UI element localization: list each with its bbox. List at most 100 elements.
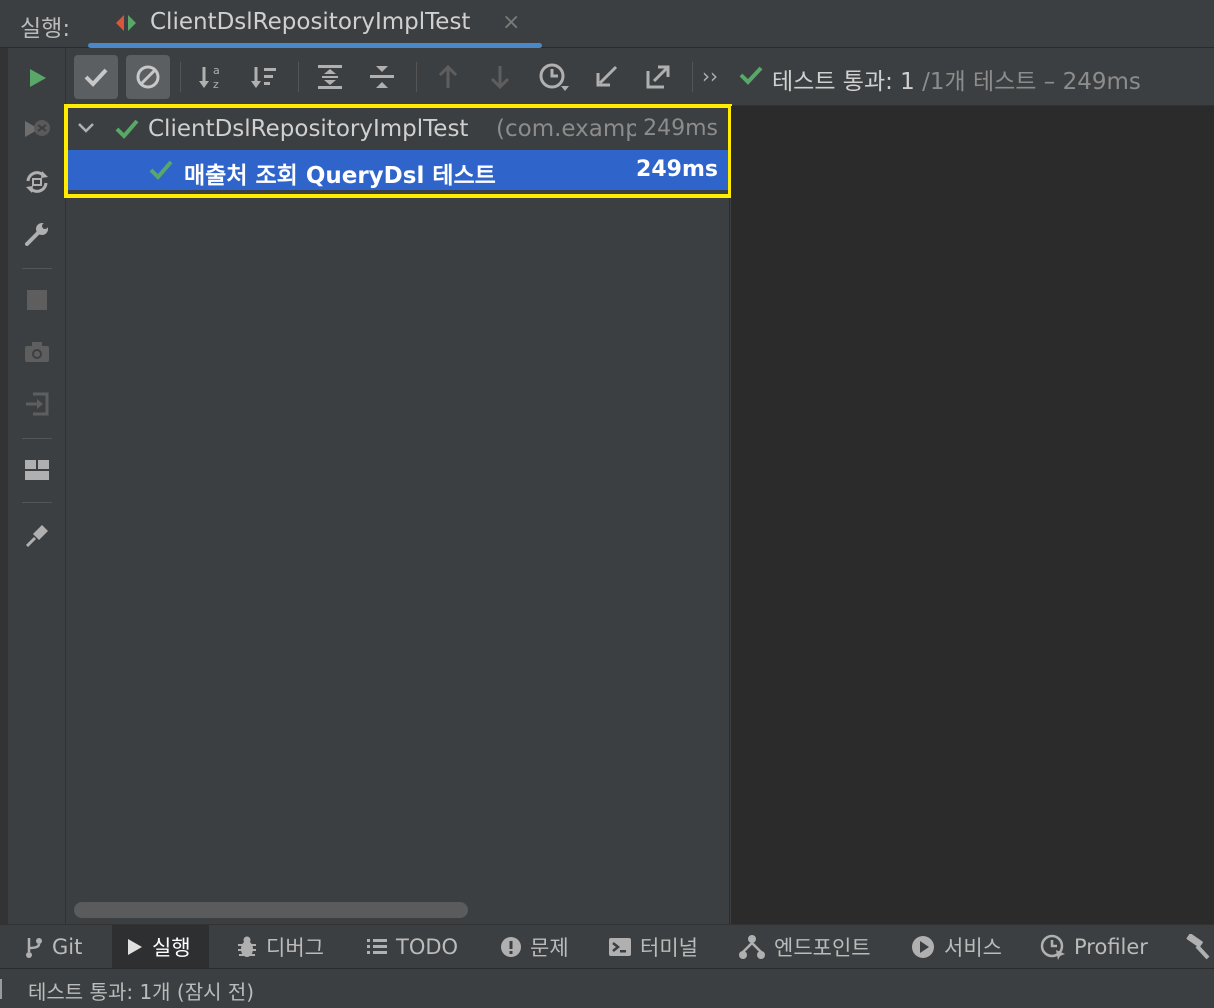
tool-window-git[interactable]: Git (24, 925, 92, 969)
pin-icon[interactable] (17, 516, 57, 556)
stop-icon[interactable] (17, 280, 57, 320)
expand-all-button[interactable] (308, 55, 352, 99)
tool-window-label: Git (52, 935, 83, 959)
ignored-icon (136, 65, 160, 89)
hammer-icon (1186, 934, 1210, 960)
test-results-tree: ClientDslRepositoryImplTest (com.examp 2… (64, 104, 732, 924)
tree-row-test-class[interactable]: ClientDslRepositoryImplTest (com.examp 2… (68, 108, 728, 150)
test-config-icon (114, 12, 138, 34)
separator (416, 62, 417, 92)
export-icon (646, 65, 670, 89)
list-icon (367, 939, 387, 954)
separator (22, 438, 52, 439)
tool-window-services[interactable]: 서비스 (910, 925, 1002, 969)
previous-failed-button[interactable] (426, 55, 470, 99)
tree-row-test-method[interactable]: 매출처 조회 QueryDsl 테스트 249ms (68, 150, 728, 190)
sort-alpha-icon: az (199, 64, 220, 91)
tests-passed-text: 테스트 통과: 1 (772, 69, 915, 95)
history-clock-icon (539, 63, 569, 91)
separator (22, 268, 52, 269)
tool-window-label: 문제 (530, 936, 569, 960)
collapse-all-icon (370, 66, 394, 88)
test-method-duration: 249ms (636, 157, 718, 182)
tool-window-bar: Git 실행 디버그 TODO 문제 터미널 엔드포인트 서비스 Profile… (0, 924, 1214, 969)
import-icon (596, 65, 618, 87)
svg-text:z: z (213, 78, 219, 91)
run-label: 실행: (20, 16, 71, 42)
tab-title: ClientDslRepositoryImplTest (150, 9, 471, 35)
run-icon[interactable] (17, 58, 57, 98)
separator (180, 62, 181, 92)
terminal-icon (609, 938, 631, 956)
separator (692, 62, 693, 92)
status-message[interactable]: 테스트 통과: 1개 (잠시 전) (28, 976, 254, 1005)
settings-wrench-icon[interactable] (17, 214, 57, 254)
tool-window-run[interactable]: 실행 (112, 925, 209, 969)
tool-window-label: Profiler (1074, 935, 1148, 959)
bug-icon (238, 936, 256, 957)
console-output-pane[interactable] (731, 106, 1214, 924)
test-passed-icon (114, 116, 140, 142)
import-tests-button[interactable] (584, 55, 628, 99)
services-icon (912, 936, 934, 958)
tool-window-profiler[interactable]: Profiler (1040, 925, 1148, 969)
tool-window-todo[interactable]: TODO (366, 925, 458, 969)
test-history-button[interactable] (532, 55, 576, 99)
export-login-icon[interactable] (17, 384, 57, 424)
problems-icon (501, 937, 521, 957)
test-passed-icon (148, 157, 174, 183)
tool-window-terminal[interactable]: 터미널 (608, 925, 698, 969)
tool-window-label: 서비스 (944, 936, 1002, 960)
ide-run-window: 실행: ClientDslRepositoryImplTest × a z ››… (0, 0, 1214, 1008)
layout-icon[interactable] (17, 450, 57, 490)
tool-window-build[interactable] (1184, 925, 1214, 969)
profiler-icon (1040, 934, 1065, 960)
tool-window-label: 디버그 (266, 936, 324, 960)
status-bar-marker (0, 979, 2, 999)
test-class-package: (com.examp (496, 116, 636, 142)
test-runner-toolbar: az ›› 테스트 통과: 1 /1개 테스트 – 249ms (66, 48, 1214, 106)
show-ignored-toggle[interactable] (126, 55, 170, 99)
sort-by-duration-button[interactable] (242, 55, 286, 99)
left-edge (0, 0, 8, 1008)
chevron-down-icon[interactable] (76, 118, 96, 138)
run-tab[interactable]: ClientDslRepositoryImplTest × (88, 0, 542, 48)
tool-window-problems[interactable]: 문제 (500, 925, 569, 969)
run-header: 실행: ClientDslRepositoryImplTest × (0, 0, 1214, 48)
check-icon (84, 68, 108, 87)
tool-window-debug[interactable]: 디버그 (236, 925, 324, 969)
more-actions-chevron[interactable]: ›› (702, 64, 718, 88)
separator (298, 62, 299, 92)
tool-window-label: 엔드포인트 (774, 936, 871, 960)
test-class-name: ClientDslRepositoryImplTest (148, 116, 469, 142)
run-icon (128, 939, 142, 955)
git-branch-icon (26, 938, 42, 958)
collapse-all-button[interactable] (360, 55, 404, 99)
sort-alphabetically-button[interactable]: az (190, 55, 234, 99)
tool-window-label: 실행 (152, 936, 191, 960)
tool-window-endpoints[interactable]: 엔드포인트 (738, 925, 871, 969)
endpoints-icon (739, 935, 765, 959)
toggle-autotest-icon[interactable] (17, 162, 57, 202)
tests-total-duration-text: /1개 테스트 – 249ms (914, 69, 1141, 95)
run-side-toolbar (8, 48, 66, 924)
test-status-summary: 테스트 통과: 1 /1개 테스트 – 249ms (772, 62, 1141, 96)
next-failed-button[interactable] (478, 55, 522, 99)
tool-window-label: TODO (396, 935, 459, 959)
export-tests-button[interactable] (636, 55, 680, 99)
test-method-name: 매출처 조회 QueryDsl 테스트 (184, 163, 496, 189)
sort-duration-icon (251, 67, 276, 88)
check-icon (738, 64, 764, 90)
status-bar: 테스트 통과: 1개 (잠시 전) (0, 968, 1214, 1008)
test-class-duration: 249ms (643, 116, 718, 141)
arrow-up-icon (438, 64, 458, 88)
screenshot-camera-icon[interactable] (17, 332, 57, 372)
close-icon[interactable]: × (502, 10, 520, 35)
separator (22, 502, 52, 503)
rerun-failed-icon[interactable] (17, 110, 57, 150)
svg-text:a: a (213, 64, 220, 77)
tool-window-label: 터미널 (640, 936, 698, 960)
show-passed-toggle[interactable] (74, 55, 118, 99)
arrow-down-icon (490, 66, 510, 90)
horizontal-scrollbar[interactable] (74, 902, 468, 918)
